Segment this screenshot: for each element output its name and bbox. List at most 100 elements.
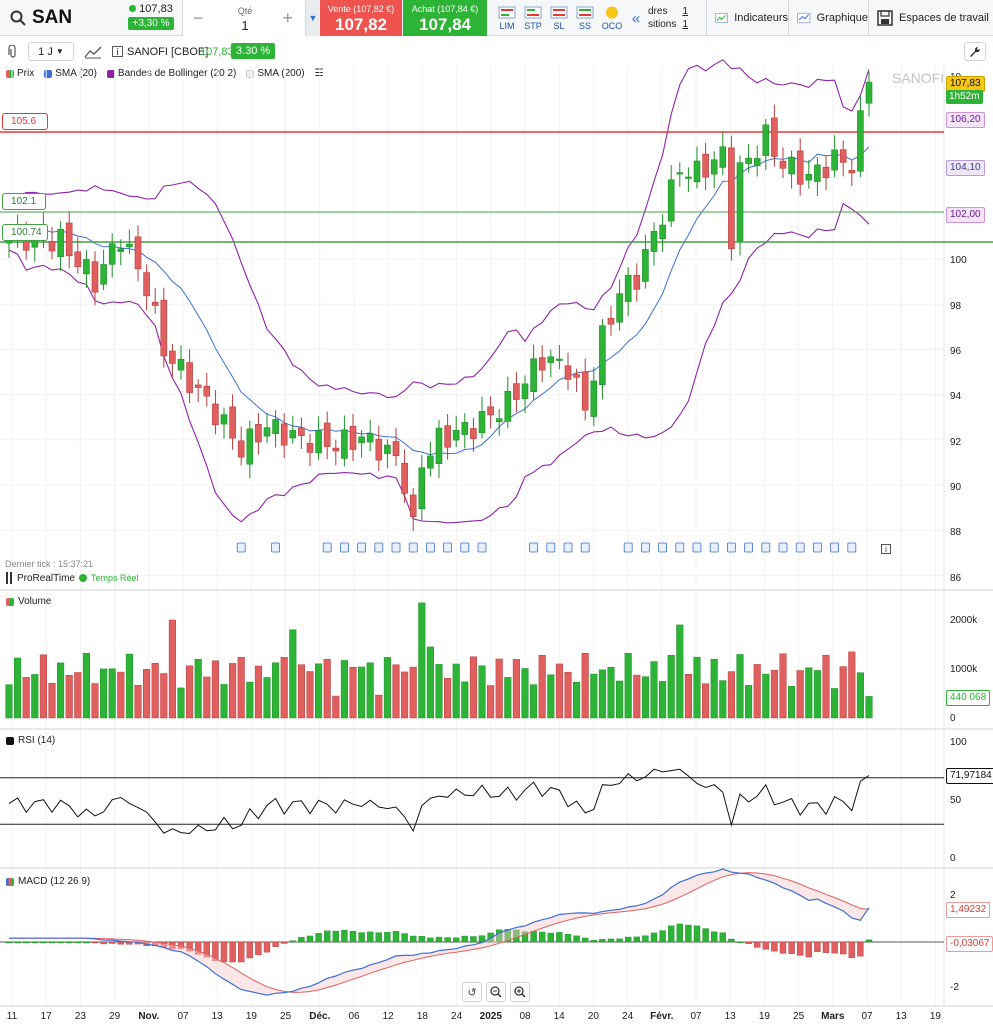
- candle-body: [289, 430, 297, 439]
- candle-body: [143, 272, 150, 297]
- volume-bar: [444, 678, 452, 719]
- line-tag-100-74[interactable]: 100.74: [2, 224, 48, 241]
- volume-bar: [487, 685, 495, 719]
- info-icon[interactable]: i: [881, 544, 891, 554]
- macd-histogram-bar: [48, 941, 56, 944]
- volume-bar: [31, 674, 39, 719]
- event-marker-icon: [425, 542, 435, 553]
- rsi-title: RSI (14): [6, 735, 55, 746]
- event-markers[interactable]: [236, 542, 857, 553]
- candle-body: [100, 264, 107, 285]
- macd-histogram-bar: [582, 937, 589, 943]
- candle-body: [633, 274, 641, 290]
- x-tick-label: 19: [246, 1011, 258, 1022]
- event-marker-icon: [744, 542, 753, 553]
- x-tick-label: 19: [759, 1011, 771, 1022]
- macd-histogram-bar: [719, 932, 726, 943]
- volume-bar: [555, 663, 563, 719]
- price-tick-100: 100: [950, 255, 967, 266]
- candle-body: [177, 358, 185, 371]
- macd-histogram-bar: [100, 941, 107, 945]
- macd-fill: [9, 869, 869, 996]
- x-tick-label: 11: [7, 1011, 18, 1022]
- volume-bar: [469, 656, 477, 719]
- line-tag-105-6[interactable]: 105.6: [2, 113, 48, 130]
- macd-histogram-bar: [375, 932, 382, 943]
- event-marker-icon: [830, 542, 839, 553]
- event-marker-icon: [692, 542, 702, 553]
- volume-bar: [598, 669, 606, 719]
- volume-bar: [461, 681, 469, 719]
- macd-histogram-bar: [332, 930, 339, 943]
- macd-histogram-bar: [453, 937, 460, 943]
- macd-histogram-bar: [805, 941, 812, 958]
- candle-body: [685, 176, 692, 179]
- candle-body: [736, 162, 744, 242]
- macd-histogram-bar: [822, 941, 830, 953]
- volume-bar: [194, 659, 202, 719]
- macd-histogram-bar: [668, 925, 675, 943]
- candle-body: [762, 124, 770, 156]
- macd-histogram-bar: [685, 924, 692, 943]
- volume-bar: [779, 653, 787, 719]
- price-tick-88: 88: [950, 527, 962, 538]
- volume-bar: [770, 669, 778, 719]
- line-tag-102-1[interactable]: 102.1: [2, 193, 46, 210]
- provider-name: ProRealTime: [17, 572, 75, 584]
- volume-bar: [521, 668, 529, 719]
- candle-body: [564, 365, 572, 380]
- macd-histogram-bar: [229, 941, 236, 963]
- event-marker-icon: [778, 542, 788, 553]
- macd-histogram-bar: [865, 939, 873, 943]
- volume-bar: [426, 646, 434, 719]
- macd-histogram-bar: [461, 935, 468, 943]
- volume-bar: [573, 681, 581, 719]
- macd-histogram-bar: [246, 941, 254, 959]
- macd-histogram-bar: [616, 938, 623, 943]
- candle-body: [831, 149, 838, 171]
- drag-handle-icon[interactable]: [5, 572, 13, 584]
- x-tick-label: 07: [690, 1011, 702, 1022]
- volume-bar: [796, 670, 804, 719]
- zoom-out-icon[interactable]: [486, 982, 506, 1002]
- candle-body: [693, 160, 701, 183]
- candle-body: [134, 236, 142, 270]
- macd-histogram-bar: [358, 932, 365, 943]
- candle-body: [848, 169, 856, 174]
- volume-bar: [667, 655, 675, 719]
- macd-histogram-bar: [702, 928, 709, 943]
- volume-bar: [702, 683, 710, 719]
- volume-bar: [418, 602, 426, 719]
- x-tick-label: 25: [793, 1011, 805, 1022]
- candle-body: [788, 156, 795, 175]
- macd-histogram-bar: [831, 941, 838, 954]
- volume-bar: [186, 665, 194, 719]
- zoom-in-icon[interactable]: [510, 982, 530, 1002]
- volume-bar: [684, 674, 692, 719]
- candle-body: [702, 153, 709, 178]
- macd-histogram-bar: [642, 935, 649, 943]
- volume-bar: [495, 658, 503, 719]
- volume-bar: [57, 662, 65, 719]
- candle-body: [478, 411, 486, 434]
- x-tick-label: Déc.: [309, 1011, 330, 1022]
- candle-body: [616, 293, 623, 323]
- candle-body: [745, 157, 752, 164]
- macd-histogram-bar: [384, 932, 391, 943]
- event-marker-icon: [727, 542, 736, 553]
- event-marker-icon: [580, 542, 590, 553]
- macd-histogram-bar: [771, 941, 778, 952]
- candle-body: [796, 150, 804, 185]
- volume-bar: [134, 685, 142, 719]
- candle-body: [341, 429, 348, 459]
- chart-canvas[interactable]: SANOFI 100 98 96 94 92 90 88 86 10 2000k…: [0, 0, 993, 1024]
- reset-icon[interactable]: ↺: [462, 982, 482, 1002]
- volume-bar: [22, 677, 30, 719]
- volume-bar: [727, 671, 735, 719]
- macd-histogram-bar: [814, 941, 821, 953]
- volume-bar: [358, 666, 366, 719]
- volume-swatch-icon: [6, 597, 14, 606]
- x-tick-label: Nov.: [138, 1011, 159, 1022]
- x-tick-label: 13: [896, 1011, 908, 1022]
- macd-histogram-bar: [31, 941, 38, 944]
